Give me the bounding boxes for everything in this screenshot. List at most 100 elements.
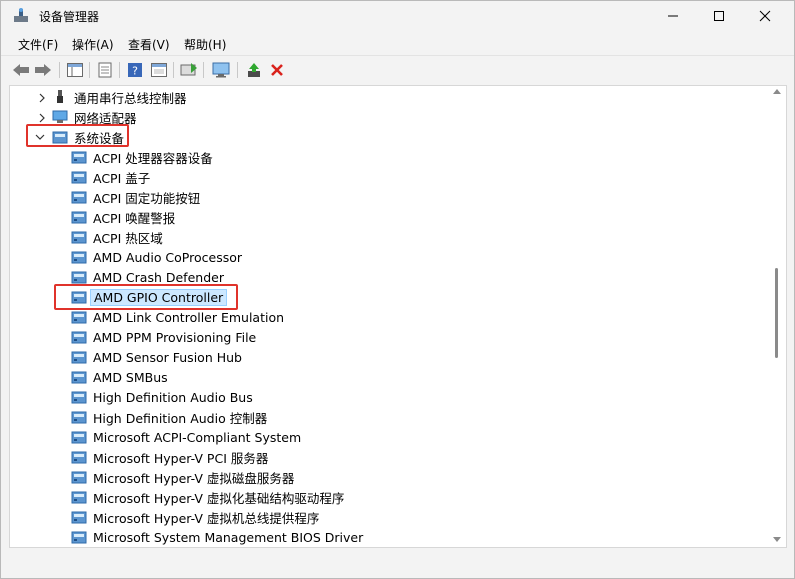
menu-file[interactable]: 文件(F) — [18, 36, 58, 53]
forward-button[interactable] — [33, 60, 53, 80]
device-label: High Definition Audio Bus — [93, 389, 253, 405]
title-bar: 设备管理器 — [1, 1, 794, 31]
system-device-icon — [71, 231, 87, 244]
device-item[interactable]: ACPI 热区域 — [71, 227, 163, 247]
system-device-icon — [71, 491, 87, 504]
device-item[interactable]: AMD Audio CoProcessor — [71, 247, 242, 267]
device-item[interactable]: Microsoft Hyper-V PCI 服务器 — [71, 447, 268, 467]
device-item[interactable]: High Definition Audio Bus — [71, 387, 253, 407]
device-label: AMD Crash Defender — [93, 269, 224, 285]
system-device-icon — [71, 511, 87, 524]
scroll-up-icon[interactable] — [773, 88, 781, 94]
device-item[interactable]: ACPI 处理器容器设备 — [71, 147, 213, 167]
system-device-icon — [71, 371, 87, 384]
chevron-right-icon[interactable] — [37, 93, 47, 103]
system-device-icon — [71, 151, 87, 164]
device-label: AMD Sensor Fusion Hub — [93, 349, 242, 365]
back-button[interactable] — [11, 60, 31, 80]
device-label: ACPI 唤醒警报 — [93, 210, 176, 226]
properties-button[interactable] — [95, 60, 115, 80]
maximize-button[interactable] — [696, 1, 742, 31]
device-label: Microsoft ACPI-Compliant System — [93, 429, 302, 445]
system-device-icon — [71, 311, 87, 324]
console-icon — [180, 63, 197, 76]
minimize-icon — [668, 15, 678, 17]
minimize-button[interactable] — [650, 1, 696, 31]
status-bar — [1, 549, 794, 578]
properties-window-icon — [98, 62, 112, 78]
vertical-scroll-thumb[interactable] — [775, 268, 778, 358]
device-item[interactable]: ACPI 唤醒警报 — [71, 207, 175, 227]
device-manager-icon — [14, 8, 28, 22]
toolbar: ? — [1, 55, 794, 84]
device-label: ACPI 处理器容器设备 — [93, 150, 213, 166]
device-label: Microsoft Hyper-V 虚拟机总线提供程序 — [93, 510, 320, 526]
scroll-down-icon[interactable] — [773, 537, 781, 543]
menu-view[interactable]: 查看(V) — [128, 36, 170, 53]
help-button[interactable]: ? — [125, 60, 145, 80]
device-item[interactable]: ACPI 盖子 — [71, 167, 150, 187]
menu-help[interactable]: 帮助(H) — [184, 36, 226, 53]
system-device-icon — [71, 471, 87, 484]
chevron-right-icon[interactable] — [37, 113, 47, 123]
update-driver-icon — [248, 63, 260, 77]
close-button[interactable] — [742, 1, 788, 31]
device-label: AMD PPM Provisioning File — [93, 329, 257, 345]
category-usb-controllers[interactable]: 通用串行总线控制器 — [52, 87, 187, 107]
forward-icon — [35, 64, 51, 76]
help-icon: ? — [128, 63, 142, 78]
device-item[interactable]: AMD Sensor Fusion Hub — [71, 347, 242, 367]
system-device-icon — [71, 191, 87, 204]
device-label: AMD Link Controller Emulation — [93, 309, 285, 325]
device-label: AMD SMBus — [93, 369, 168, 385]
device-label: ACPI 固定功能按钮 — [93, 190, 201, 206]
device-item[interactable]: High Definition Audio 控制器 — [71, 407, 267, 427]
device-item[interactable]: Microsoft Hyper-V 虚拟机总线提供程序 — [71, 507, 319, 527]
device-label: AMD Audio CoProcessor — [93, 249, 243, 265]
category-highlight-box — [26, 124, 129, 147]
update-driver-button[interactable] — [244, 60, 264, 80]
device-item[interactable]: Microsoft Hyper-V 虚拟磁盘服务器 — [71, 467, 294, 487]
system-device-icon — [71, 391, 87, 404]
usb-icon — [57, 90, 63, 103]
device-item[interactable]: Microsoft Hyper-V 虚拟化基础结构驱动程序 — [71, 487, 344, 507]
show-hide-console-tree-button[interactable] — [65, 60, 85, 80]
back-icon — [13, 64, 29, 76]
system-device-icon — [71, 211, 87, 224]
system-device-icon — [71, 351, 87, 364]
device-label: High Definition Audio 控制器 — [93, 410, 268, 426]
remove-icon — [271, 64, 283, 76]
close-icon — [759, 10, 771, 22]
system-device-icon — [71, 171, 87, 184]
maximize-icon — [714, 11, 724, 21]
device-item[interactable]: AMD PPM Provisioning File — [71, 327, 256, 347]
network-adapter-icon — [52, 110, 68, 123]
uninstall-device-button[interactable] — [267, 60, 287, 80]
menu-bar: 文件(F) 操作(A) 查看(V) 帮助(H) — [1, 31, 794, 55]
details-button[interactable] — [149, 60, 169, 80]
vertical-scrollbar[interactable] — [772, 86, 782, 547]
device-label: ACPI 热区域 — [93, 230, 163, 246]
system-device-icon — [71, 251, 87, 264]
details-icon — [151, 63, 167, 77]
device-item[interactable]: ACPI 固定功能按钮 — [71, 187, 200, 207]
scan-hardware-button[interactable] — [211, 60, 231, 80]
device-tree[interactable]: 通用串行总线控制器 网络适配器 系统设备 ACPI 处理器容器设备 ACPI 盖子… — [9, 85, 787, 548]
system-device-icon — [71, 411, 87, 424]
svg-text:?: ? — [132, 65, 138, 78]
selected-device-highlight-box — [54, 284, 238, 310]
system-device-icon — [71, 451, 87, 464]
horizontal-scrollbar[interactable] — [10, 541, 772, 547]
device-label: Microsoft Hyper-V 虚拟化基础结构驱动程序 — [93, 490, 345, 506]
device-label: ACPI 盖子 — [93, 170, 151, 186]
system-device-icon — [71, 431, 87, 444]
category-label: 通用串行总线控制器 — [74, 90, 187, 106]
device-label: Microsoft Hyper-V PCI 服务器 — [93, 450, 269, 466]
update-console-button[interactable] — [179, 60, 199, 80]
device-item[interactable]: AMD Link Controller Emulation — [71, 307, 284, 327]
console-tree-icon — [67, 63, 83, 77]
menu-action[interactable]: 操作(A) — [72, 36, 114, 53]
device-item[interactable]: AMD SMBus — [71, 367, 168, 387]
device-item[interactable]: Microsoft ACPI-Compliant System — [71, 427, 301, 447]
device-label: Microsoft Hyper-V 虚拟磁盘服务器 — [93, 470, 295, 486]
